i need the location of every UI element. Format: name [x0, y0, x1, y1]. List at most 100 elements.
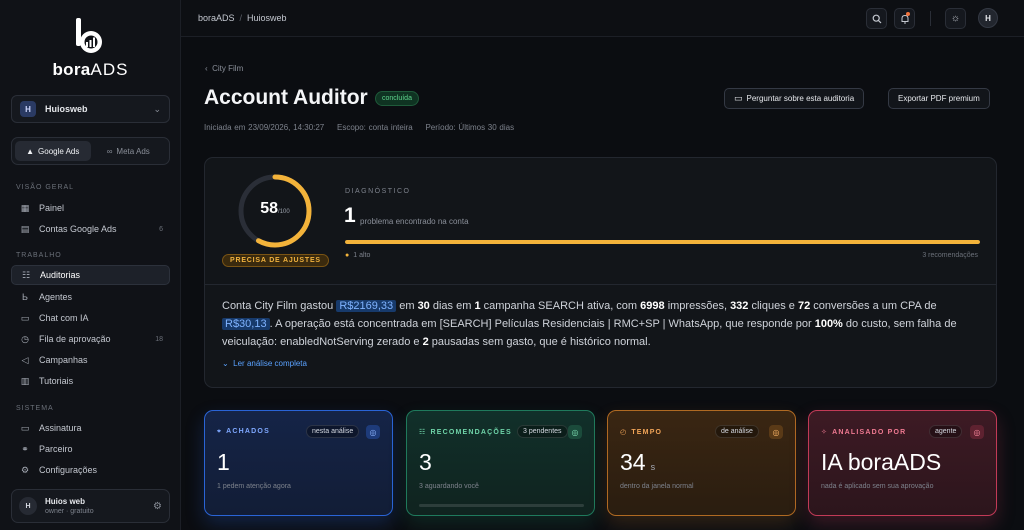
- score-value: 58/100: [260, 200, 290, 217]
- kpi-subtitle: 3 aguardando você: [419, 483, 479, 490]
- kpi-label: ✧ ANALISADO POR: [821, 429, 907, 436]
- sidebar-item-chat[interactable]: ▭ Chat com IA: [11, 308, 170, 328]
- workspace-badge: H: [20, 101, 36, 117]
- chevron-down-icon: ⌄: [153, 103, 161, 114]
- read-full-analysis-link[interactable]: ⌄ Ler análise completa: [222, 359, 307, 368]
- kpi-label: ◴ TEMPO: [620, 429, 663, 436]
- topbar-avatar[interactable]: H: [978, 8, 998, 28]
- analysis-text: Conta City Film gastou R$2169,33 em 30 d…: [222, 300, 957, 348]
- platform-switcher: ▲ Google Ads ∞ Meta Ads: [11, 137, 170, 165]
- user-name: Huios web: [45, 497, 86, 506]
- kpi-recommendations[interactable]: ☷ RECOMENDAÇÕES 3 pendentes ◎ 3 3 aguarda…: [406, 410, 595, 516]
- kpi-tag: 3 pendentes: [517, 425, 568, 438]
- brand-name: boraADS: [52, 60, 129, 79]
- nav-group-system: SISTEMA: [16, 405, 54, 412]
- sidebar-item-assinatura[interactable]: ▭ Assinatura: [11, 418, 170, 438]
- kpi-findings[interactable]: ⌖ ACHADOS nesta análise ◎ 1 1 pedem atenç…: [204, 410, 393, 516]
- audit-period: Período: Últimos 30 dias: [425, 123, 515, 132]
- user-settings-gear-icon[interactable]: ⚙: [153, 501, 162, 512]
- card-icon: ▭: [20, 422, 30, 433]
- gear-icon: ⚙: [20, 464, 30, 475]
- severity-summary: ● 1 alto: [345, 252, 371, 259]
- kpi-value: 34 s: [620, 449, 656, 475]
- divider: [205, 284, 996, 285]
- sidebar-item-configuracoes[interactable]: ⚙ Configurações: [11, 460, 170, 480]
- audit-meta: Iniciada em 23/09/2026, 14:30:27 Escopo:…: [204, 123, 524, 132]
- sidebar-item-google-ads-accounts[interactable]: ▤ Contas Google Ads 6: [11, 219, 170, 239]
- theme-toggle-button[interactable]: ☼: [945, 8, 966, 29]
- clock-icon: ◷: [21, 333, 29, 344]
- recommendations-count: 3 recomendações: [922, 252, 978, 259]
- google-ads-icon: ▲: [26, 146, 35, 156]
- breadcrumb-separator: /: [239, 13, 243, 23]
- chat-icon: ▭: [20, 312, 30, 323]
- handshake-icon: ⚭: [21, 443, 29, 454]
- sidebar-item-approval-queue[interactable]: ◷ Fila de aprovação 18: [11, 329, 170, 349]
- kpi-tag: nesta análise: [306, 425, 360, 438]
- help-icon[interactable]: ◎: [769, 425, 783, 439]
- back-link[interactable]: ‹ City Film: [205, 64, 243, 73]
- help-icon[interactable]: ◎: [366, 425, 380, 439]
- sidebar: boraADS H Huiosweb ⌄ ▲ Google Ads ∞ Meta…: [0, 0, 181, 530]
- ask-about-audit-button[interactable]: ▭ Perguntar sobre esta auditoria: [724, 88, 865, 109]
- help-icon[interactable]: ◎: [568, 425, 582, 439]
- logo-icon: [75, 18, 102, 53]
- kpi-progress-bar: [419, 504, 584, 507]
- grid-icon: ▦: [20, 202, 30, 213]
- severity-bar-fill: [345, 240, 980, 244]
- platform-meta-ads[interactable]: ∞ Meta Ads: [91, 141, 167, 161]
- chat-icon: ▭: [734, 93, 743, 103]
- help-icon[interactable]: ◎: [970, 425, 984, 439]
- nav-count: 18: [155, 335, 163, 343]
- sidebar-item-tutoriais[interactable]: ▥ Tutoriais: [11, 371, 170, 391]
- platform-google-ads[interactable]: ▲ Google Ads: [15, 141, 91, 161]
- kpi-tag: de análise: [715, 425, 759, 438]
- status-badge: concluída: [375, 91, 419, 106]
- avatar: H: [19, 497, 37, 515]
- problem-description: problema encontrado na conta: [360, 217, 469, 226]
- notification-dot: [906, 12, 910, 16]
- breadcrumb-current: Huiosweb: [247, 13, 287, 23]
- sidebar-item-auditorias[interactable]: ☷ Auditorias: [11, 265, 170, 285]
- user-info: Huios web owner · gratuito: [45, 497, 153, 515]
- sidebar-item-parceiro[interactable]: ⚭ Parceiro: [11, 439, 170, 459]
- chevron-left-icon: ‹: [205, 64, 208, 73]
- sidebar-item-campanhas[interactable]: ◁ Campanhas: [11, 350, 170, 370]
- sparkle-icon: ✧: [821, 429, 829, 436]
- breadcrumb: boraADS / Huiosweb: [198, 13, 287, 23]
- kpi-subtitle: dentro da janela normal: [620, 483, 694, 490]
- workspace-select[interactable]: H Huiosweb ⌄: [11, 95, 170, 123]
- notifications-button[interactable]: [894, 8, 915, 29]
- severity-dot-icon: ●: [345, 252, 350, 259]
- nav-group-overview: VISÃO GERAL: [16, 184, 75, 191]
- megaphone-icon: ◁: [21, 354, 29, 365]
- target-icon: ⌖: [217, 428, 223, 435]
- severity-bar: [345, 240, 980, 244]
- audit-scope: Escopo: conta inteira: [337, 123, 413, 132]
- list-icon: ☷: [419, 429, 427, 436]
- brand-logo[interactable]: boraADS: [0, 16, 181, 80]
- breadcrumb-root[interactable]: boraADS: [198, 13, 235, 23]
- sidebar-item-agentes[interactable]: Ь Agentes: [11, 287, 170, 307]
- accounts-icon: ▤: [20, 223, 30, 234]
- search-button[interactable]: [866, 8, 887, 29]
- kpi-time[interactable]: ◴ TEMPO de análise ◎ 34 s dentro da janela…: [607, 410, 796, 516]
- diagnosis-card: 58/100 PRECISA DE AJUSTES DIAGNÓSTICO 1 …: [204, 157, 997, 388]
- nav-group-work: TRABALHO: [16, 252, 62, 259]
- workspace-name: Huiosweb: [45, 104, 88, 114]
- nav-count: 6: [159, 225, 163, 233]
- diagnosis-label: DIAGNÓSTICO: [345, 188, 411, 195]
- kpi-tag: agente: [929, 425, 963, 438]
- topbar: boraADS / Huiosweb ☼ H: [181, 0, 1024, 37]
- search-icon: [872, 14, 881, 23]
- kpi-subtitle: 1 pedem atenção agora: [217, 483, 291, 490]
- export-pdf-button[interactable]: Exportar PDF premium: [888, 88, 990, 109]
- kpi-analyzed-by[interactable]: ✧ ANALISADO POR agente ◎ IA boraADS nada …: [808, 410, 997, 516]
- problem-count: 1: [344, 204, 356, 227]
- sidebar-item-painel[interactable]: ▦ Painel: [11, 198, 170, 218]
- kpi-value: 1: [217, 449, 230, 475]
- audit-started: Iniciada em 23/09/2026, 14:30:27: [204, 123, 325, 132]
- stopwatch-icon: ◴: [620, 429, 628, 436]
- user-card[interactable]: H Huios web owner · gratuito ⚙: [11, 489, 170, 523]
- kpi-label: ⌖ ACHADOS: [217, 428, 270, 435]
